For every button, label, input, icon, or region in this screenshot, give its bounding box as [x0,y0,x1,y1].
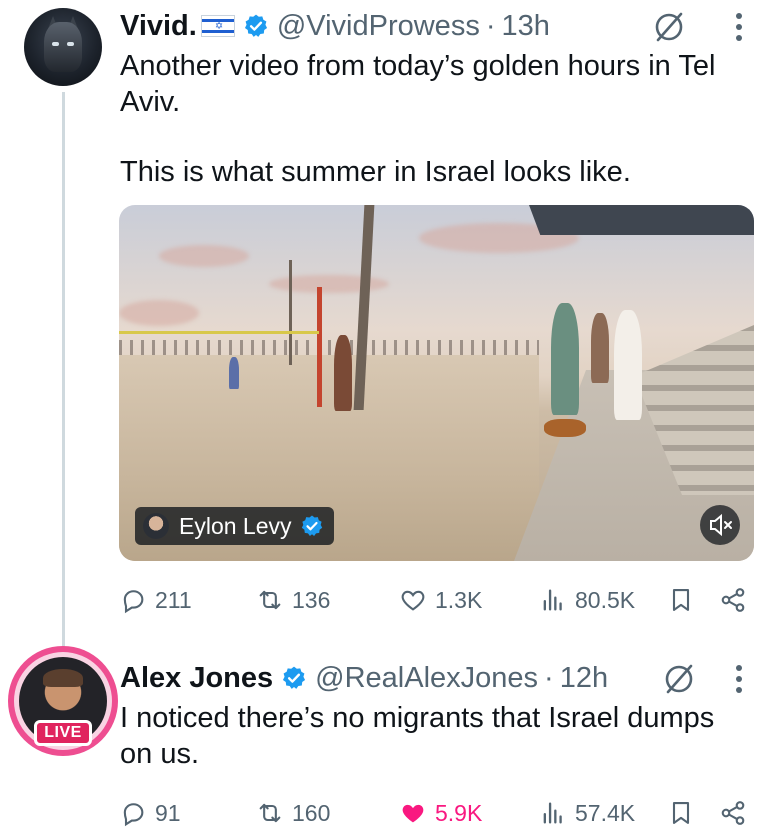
tweet-1-text: Another video from today’s golden hours … [120,48,760,190]
repost-button[interactable]: 136 [256,582,330,618]
handle[interactable]: @VividProwess [277,10,480,43]
person [334,335,352,411]
repost-icon [259,590,281,610]
like-button[interactable]: 5.9K [399,795,482,831]
dog [544,419,586,437]
like-count: 5.9K [435,800,483,826]
cloud [269,275,389,293]
bookmark-icon [672,589,690,611]
like-count: 1.3K [435,587,483,613]
cloud [119,300,199,326]
repost-count: 160 [292,800,331,826]
views-count: 80.5K [575,587,636,613]
mute-icon [710,513,732,537]
tweet-2-actions: 91 160 5.9K 57.4K [119,795,759,831]
share-icon [721,801,745,825]
views-button[interactable]: 57.4K [539,795,635,831]
volleyball-pole [317,287,322,407]
pavilion-roof [529,205,754,235]
more-icon[interactable] [735,664,743,694]
reply-count: 91 [155,800,181,826]
display-name[interactable]: Alex Jones [120,662,273,695]
reply-button[interactable]: 211 [119,582,192,618]
mute-button[interactable] [700,505,740,545]
share-button[interactable] [719,582,755,618]
grok-icon[interactable] [652,10,686,44]
avatar-vivid[interactable] [24,8,102,86]
separator-dot: · [485,9,496,42]
cloud [159,245,249,267]
reply-count: 211 [155,587,192,613]
views-count: 57.4K [575,800,636,826]
reply-button[interactable]: 91 [119,795,181,831]
credit-avatar [143,513,169,539]
share-button[interactable] [719,795,755,831]
separator-dot: · [544,661,554,694]
bookmark-button[interactable] [667,795,703,831]
tweet-2-text: I noticed there’s no migrants that Israe… [120,700,760,772]
israel-flag-icon: ✡ [200,15,235,37]
display-name[interactable]: Vivid. [120,10,197,43]
tweet-text-line: This is what summer in Israel looks like… [120,156,631,188]
avatar-helmet [44,22,82,72]
repost-button[interactable]: 160 [256,795,330,831]
timestamp[interactable]: 12h [560,662,608,695]
share-icon [721,588,745,612]
like-icon [402,804,424,823]
person [551,303,579,415]
more-icon[interactable] [735,12,743,42]
like-button[interactable]: 1.3K [399,582,482,618]
person [229,357,239,389]
verified-badge-icon [244,14,267,37]
views-icon [543,589,562,611]
like-icon [401,590,425,611]
timestamp[interactable]: 13h [502,10,550,43]
avatar-hair [43,669,83,687]
thread-connector-line [62,92,65,648]
handle[interactable]: @RealAlexJones [315,662,538,695]
live-badge[interactable]: LIVE [34,720,92,746]
views-button[interactable]: 80.5K [539,582,635,618]
video-credit-tag[interactable]: Eylon Levy [135,507,334,545]
bookmark-button[interactable] [667,582,703,618]
avatar-eye-left [52,42,59,46]
repost-icon [259,803,281,823]
person [591,313,609,383]
tweet-text-line: I noticed there’s no migrants that Israe… [120,702,715,734]
tweet-1-actions: 211 136 1.3K 80.5K [119,582,759,618]
bookmark-icon [672,802,690,824]
person [614,310,642,420]
volleyball-net [119,331,319,334]
verified-badge-icon [283,666,306,689]
verified-badge-icon [301,515,322,536]
avatar-eye-right [67,42,74,46]
reply-icon [123,590,144,614]
reply-icon [123,803,144,827]
light-pole [289,260,292,365]
credit-name: Eylon Levy [179,512,292,539]
repost-count: 136 [292,587,331,613]
grok-icon[interactable] [662,662,696,696]
views-icon [543,802,562,824]
tweet-text-line: Aviv. [120,86,181,118]
tweet-text-line: Another video from today’s golden hours … [120,50,716,82]
video-player[interactable]: Eylon Levy [119,205,754,561]
tweet-text-line: on us. [120,738,199,770]
